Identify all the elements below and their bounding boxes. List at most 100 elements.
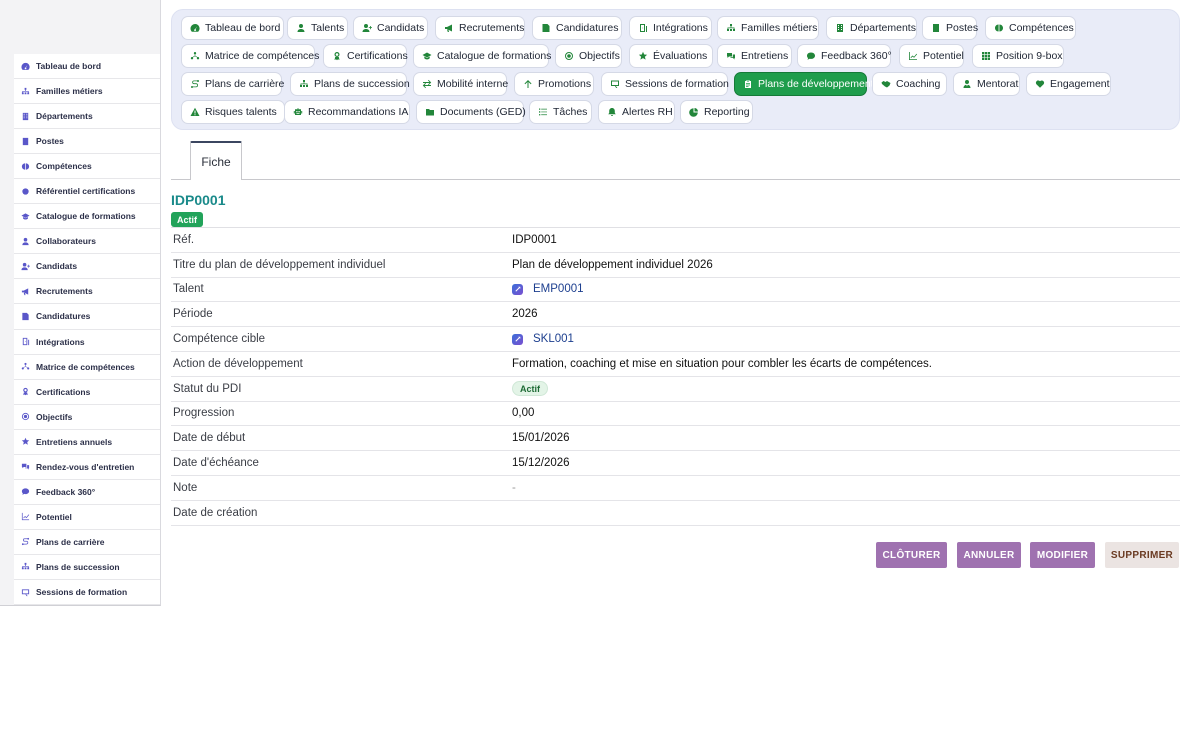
field-row-title: Titre du plan de développement individue… — [171, 253, 1180, 278]
field-label: Talent — [173, 283, 204, 296]
nav-item-19[interactable]: Position 9-box — [972, 44, 1064, 68]
user-plus-icon — [20, 261, 30, 271]
sidebar-item-5[interactable]: Compétences — [14, 154, 160, 180]
field-value-note: - — [512, 482, 516, 494]
sidebar-item-18[interactable]: Feedback 360° — [14, 480, 160, 505]
nav-item-28[interactable]: Engagement — [1026, 72, 1111, 96]
sidebar-item-label: Feedback 360° — [36, 486, 96, 497]
field-row-progress: Progression 0,00 — [171, 402, 1180, 427]
nav-item-26[interactable]: Coaching — [872, 72, 947, 96]
nav-item-label: Risques talents — [205, 106, 277, 118]
sidebar-item-10[interactable]: Recrutements — [14, 279, 160, 305]
nav-item-3[interactable]: Candidats — [353, 16, 428, 40]
sidebar-item-4[interactable]: Postes — [14, 129, 160, 155]
nav-item-18[interactable]: Potentiel — [899, 44, 964, 68]
sidebar-item-label: Collaborateurs — [36, 236, 96, 247]
nav-item-29[interactable]: Risques talents — [181, 100, 285, 124]
door-icon — [638, 23, 648, 34]
nav-item-label: Documents (GED) — [440, 106, 526, 118]
sidebar-item-8[interactable]: Collaborateurs — [14, 229, 160, 255]
sidebar-item-6[interactable]: Référentiel certifications — [14, 179, 160, 205]
field-row-action: Action de développement Formation, coach… — [171, 352, 1180, 377]
edit-button[interactable]: MODIFIER — [1030, 542, 1095, 568]
nav-item-17[interactable]: Feedback 360° — [797, 44, 892, 68]
nav-item-15[interactable]: Évaluations — [629, 44, 713, 68]
field-label: Statut du PDI — [173, 382, 242, 395]
field-row-due: Date d'échéance 15/12/2026 — [171, 451, 1180, 476]
sidebar-item-22[interactable]: Sessions de formation — [14, 580, 160, 605]
nav-item-13[interactable]: Catalogue de formations — [413, 44, 551, 68]
nav-item-9[interactable]: Postes — [922, 16, 978, 40]
sidebar-item-2[interactable]: Familles métiers — [14, 79, 160, 105]
nav-item-label: Plans de succession — [314, 78, 410, 90]
nav-item-1[interactable]: Tableau de bord — [181, 16, 284, 40]
nav-item-27[interactable]: Mentorat — [953, 72, 1020, 96]
sidebar-item-16[interactable]: Entretiens annuels — [14, 430, 160, 455]
sidebar-item-14[interactable]: Certifications — [14, 380, 160, 405]
nav-item-22[interactable]: Mobilité interne — [413, 72, 509, 96]
chalkboard-icon — [610, 79, 620, 90]
field-row-period: Période 2026 — [171, 302, 1180, 328]
nav-item-31[interactable]: Documents (GED) — [416, 100, 526, 124]
nav-item-4[interactable]: Recrutements — [435, 16, 525, 40]
star-icon — [20, 437, 30, 447]
brain-icon — [20, 161, 30, 171]
nav-item-label: Position 9-box — [996, 50, 1063, 62]
nav-item-label: Engagement — [1050, 78, 1110, 90]
sidebar-item-label: Référentiel certifications — [36, 186, 136, 197]
sitemap-icon — [299, 79, 309, 90]
nav-item-12[interactable]: Certifications — [323, 44, 408, 68]
talent-link[interactable]: EMP0001 — [533, 283, 584, 295]
nav-item-23[interactable]: Promotions — [514, 72, 594, 96]
user-icon — [20, 236, 30, 246]
sidebar-item-20[interactable]: Plans de carrière — [14, 530, 160, 555]
nav-item-label: Mobilité interne — [437, 78, 509, 90]
nav-item-label: Plans de développement — [758, 78, 874, 90]
sidebar-item-15[interactable]: Objectifs — [14, 405, 160, 430]
skill-link[interactable]: SKL001 — [533, 333, 574, 345]
sidebar-item-label: Postes — [36, 136, 64, 147]
nav-item-10[interactable]: Compétences — [985, 16, 1076, 40]
nav-item-20[interactable]: Plans de carrière — [181, 72, 285, 96]
sidebar-item-11[interactable]: Candidatures — [14, 304, 160, 330]
tab-fiche[interactable]: Fiche — [190, 141, 242, 180]
sidebar-item-label: Candidatures — [36, 311, 91, 322]
sidebar-item-9[interactable]: Candidats — [14, 254, 160, 280]
nav-item-24[interactable]: Sessions de formation — [601, 72, 729, 96]
sidebar-item-13[interactable]: Matrice de compétences — [14, 355, 160, 380]
nav-item-14[interactable]: Objectifs — [555, 44, 622, 68]
field-value-ref: IDP0001 — [512, 233, 557, 246]
nav-item-11[interactable]: Matrice de compétences — [181, 44, 319, 68]
close-button[interactable]: CLÔTURER — [876, 542, 947, 568]
nav-item-34[interactable]: Reporting — [680, 100, 753, 124]
nav-item-25[interactable]: Plans de développement — [734, 72, 874, 96]
nav-item-30[interactable]: Recommandations IA — [284, 100, 410, 124]
nav-item-21[interactable]: Plans de succession — [290, 72, 410, 96]
sidebar-item-3[interactable]: Départements — [14, 104, 160, 130]
sidebar-item-1[interactable]: Tableau de bord — [14, 54, 160, 80]
field-value-progress: 0,00 — [512, 407, 535, 420]
nav-item-5[interactable]: Candidatures — [532, 16, 622, 40]
sidebar-item-17[interactable]: Rendez-vous d'entretien — [14, 455, 160, 480]
delete-button[interactable]: SUPPRIMER — [1105, 542, 1179, 568]
nav-item-label: Sessions de formation — [625, 78, 729, 90]
nav-item-8[interactable]: Départements — [826, 16, 917, 40]
cancel-button[interactable]: ANNULER — [957, 542, 1021, 568]
sidebar-item-21[interactable]: Plans de succession — [14, 555, 160, 580]
nav-item-7[interactable]: Familles métiers — [717, 16, 819, 40]
nav-item-label: Plans de carrière — [205, 78, 285, 90]
sidebar-item-12[interactable]: Intégrations — [14, 330, 160, 355]
nav-item-32[interactable]: Tâches — [529, 100, 592, 124]
nav-item-16[interactable]: Entretiens — [717, 44, 792, 68]
sidebar-item-19[interactable]: Potentiel — [14, 505, 160, 530]
nav-item-label: Candidatures — [556, 22, 619, 34]
field-row-created: Date de création — [171, 501, 1180, 526]
field-value-action: Formation, coaching et mise en situation… — [512, 357, 932, 370]
nav-item-33[interactable]: Alertes RH — [598, 100, 675, 124]
nav-item-6[interactable]: Intégrations — [629, 16, 712, 40]
sidebar-item-7[interactable]: Catalogue de formations — [14, 204, 160, 230]
nav-item-2[interactable]: Talents — [287, 16, 348, 40]
sidebar-item-label: Candidats — [36, 261, 78, 272]
pdi-status-badge: Actif — [512, 381, 548, 397]
field-value-status: Actif — [512, 381, 548, 397]
